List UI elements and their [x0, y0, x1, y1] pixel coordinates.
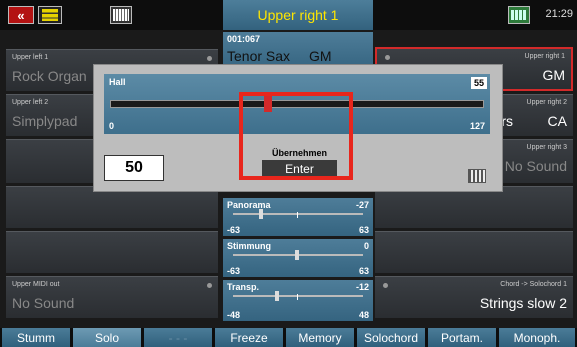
stimmung-slider-panel[interactable]: Stimmung 0 -63 63: [223, 239, 373, 277]
panel-sound: No Sound: [504, 158, 567, 174]
monophonic-button[interactable]: Monoph.: [499, 328, 575, 347]
page-title: Upper right 1: [223, 0, 373, 30]
left-panel-4[interactable]: [6, 186, 218, 228]
solochord-button[interactable]: Solochord: [357, 328, 425, 347]
split-keyboard-icon[interactable]: [508, 6, 530, 24]
solochord-panel[interactable]: Chord -> Solochord 1 Strings slow 2: [375, 276, 573, 318]
keyboard-icon[interactable]: [468, 169, 486, 183]
right-panel-5[interactable]: [375, 231, 573, 273]
panel-label: Upper left 2: [12, 99, 49, 106]
hall-slider-knob[interactable]: [264, 96, 272, 112]
slider-knob[interactable]: [259, 209, 263, 219]
transpose-slider-panel[interactable]: Transp. -12 -48 48: [223, 280, 373, 321]
dialog-title: Hall: [109, 77, 126, 87]
portamento-button[interactable]: Portam.: [428, 328, 496, 347]
slider-value: -27: [355, 200, 369, 210]
panel-sound: Strings slow 2: [479, 295, 567, 311]
slider-center-tick: [297, 212, 298, 218]
bottom-bar: Stumm Solo - - - Freeze Memory Solochord…: [0, 328, 577, 347]
upper-midi-out-panel[interactable]: Upper MIDI out No Sound: [6, 276, 218, 318]
slider-min: -48: [227, 310, 241, 320]
panel-sound-fragment: rs: [501, 113, 513, 129]
solo-button[interactable]: Solo: [73, 328, 141, 347]
slider-center-tick: [297, 294, 298, 300]
status-dot-icon: [383, 283, 388, 288]
panel-sound: No Sound: [12, 295, 75, 311]
slider-max: 63: [358, 266, 369, 276]
slider-name: Panorama: [227, 200, 271, 210]
slider-min: -63: [227, 266, 241, 276]
status-dot-icon: [207, 56, 212, 61]
dialog-max: 127: [469, 121, 485, 131]
slider-name: Transp.: [227, 282, 260, 292]
panel-label: Upper right 2: [526, 99, 567, 106]
dialog-min: 0: [109, 121, 115, 131]
panel-label: Upper left 1: [12, 54, 49, 61]
panel-label: Upper right 1: [524, 53, 565, 60]
panel-sound: Simplypad: [12, 113, 78, 129]
clock: 21:29: [545, 8, 573, 20]
slider-track: [233, 295, 363, 297]
panel-sound: Rock Organ: [12, 68, 87, 84]
panel-label: Chord -> Solochord 1: [500, 281, 567, 288]
panel-label: Upper right 3: [526, 144, 567, 151]
panel-sound: GM: [542, 67, 565, 83]
hall-slider-track[interactable]: [110, 100, 484, 108]
slider-min: -63: [227, 225, 241, 235]
voice-bank: GM: [309, 48, 332, 64]
value-input[interactable]: 50: [104, 155, 164, 181]
left-panel-5[interactable]: [6, 231, 218, 273]
registration-icon[interactable]: [38, 6, 62, 24]
hall-slider-panel[interactable]: Hall 55 0 127: [104, 74, 490, 134]
slider-knob[interactable]: [295, 250, 299, 260]
voice-number: 001:067: [227, 34, 261, 44]
empty-button[interactable]: - - -: [144, 328, 212, 347]
slider-track: [233, 213, 363, 215]
right-panel-4[interactable]: [375, 186, 573, 228]
slider-max: 63: [358, 225, 369, 235]
slider-value: -12: [355, 282, 369, 292]
freeze-button[interactable]: Freeze: [215, 328, 283, 347]
status-dot-icon: [207, 283, 212, 288]
status-dot-icon: [385, 55, 390, 60]
back-button[interactable]: «: [8, 6, 34, 24]
top-bar: « Upper right 1 21:29: [0, 0, 577, 30]
slider-name: Stimmung: [227, 241, 271, 251]
voice-name: Tenor Sax: [227, 48, 291, 64]
enter-button[interactable]: Enter: [262, 160, 337, 178]
keyboard-icon[interactable]: [110, 6, 132, 24]
slider-knob[interactable]: [275, 291, 279, 301]
slider-max: 48: [358, 310, 369, 320]
dialog-value: 55: [471, 77, 487, 89]
memory-button[interactable]: Memory: [286, 328, 354, 347]
panel-label: Upper MIDI out: [12, 281, 60, 288]
stumm-button[interactable]: Stumm: [2, 328, 70, 347]
panel-sound: CA: [547, 113, 567, 129]
apply-label: Übernehmen: [271, 148, 327, 158]
panorama-slider-panel[interactable]: Panorama -27 -63 63: [223, 198, 373, 236]
slider-value: 0: [363, 241, 369, 251]
